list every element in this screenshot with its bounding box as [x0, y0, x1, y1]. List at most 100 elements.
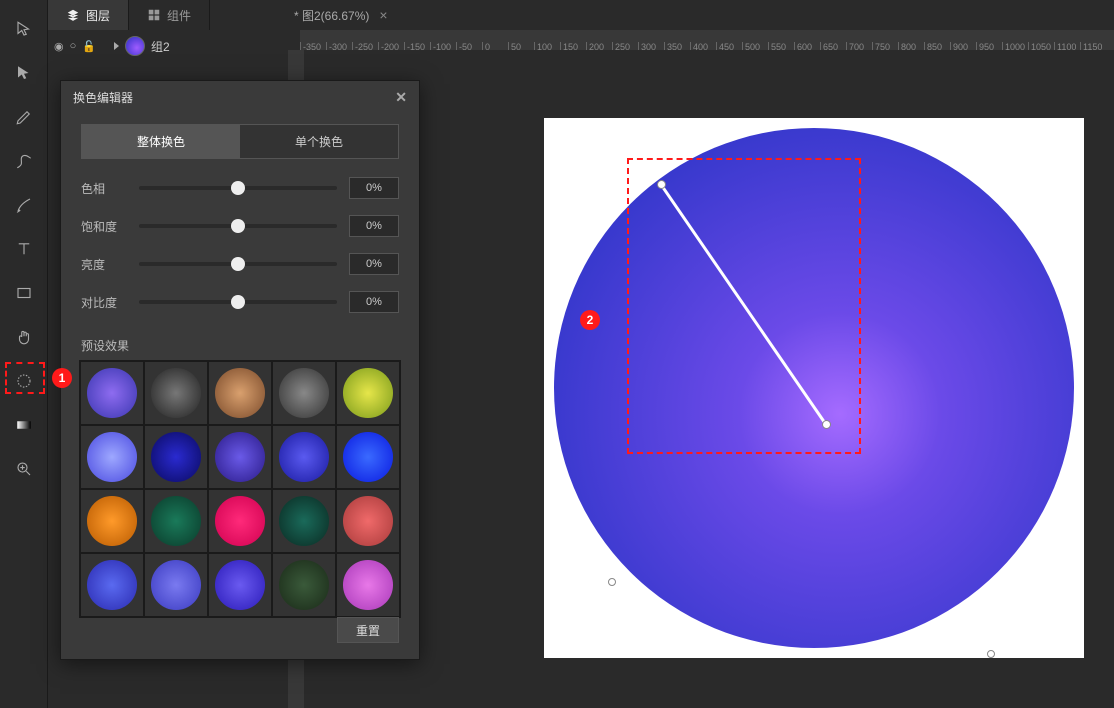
- lock-icon[interactable]: 🔓: [82, 40, 96, 53]
- preset-swatch[interactable]: [273, 554, 335, 616]
- layer-row[interactable]: ◉ ○ 🔓 组2: [48, 30, 284, 62]
- ruler-tick: -150: [404, 42, 425, 50]
- preset-ball: [343, 432, 393, 482]
- slider-value[interactable]: 0%: [349, 215, 399, 237]
- dialog-title: 换色编辑器: [73, 89, 133, 106]
- preset-swatch[interactable]: [145, 554, 207, 616]
- toolbar-left: [0, 0, 48, 708]
- hand-tool[interactable]: [11, 326, 37, 348]
- preset-swatch[interactable]: [209, 426, 271, 488]
- slider-track[interactable]: [139, 262, 337, 266]
- ruler-tick: 1050: [1028, 42, 1051, 50]
- slider-label: 亮度: [81, 256, 127, 273]
- preset-ball: [151, 496, 201, 546]
- preset-swatch[interactable]: [145, 490, 207, 552]
- ruler-tick: -350: [300, 42, 321, 50]
- slider-value[interactable]: 0%: [349, 291, 399, 313]
- gradient-object[interactable]: [554, 128, 1074, 648]
- slider-thumb[interactable]: [231, 295, 245, 309]
- color-editor-dialog: 换色编辑器 ✕ 整体换色 单个换色 色相0%饱和度0%亮度0%对比度0% 预设效…: [60, 80, 420, 660]
- preset-swatch[interactable]: [337, 362, 399, 424]
- panel-tabs: 图层 组件: [48, 0, 210, 30]
- presets-grid: [79, 360, 401, 618]
- preset-swatch[interactable]: [145, 426, 207, 488]
- slider-track[interactable]: [139, 186, 337, 190]
- pen-tool[interactable]: [11, 106, 37, 128]
- canvas-handle[interactable]: [987, 650, 995, 658]
- tab-components-label: 组件: [167, 7, 191, 24]
- layer-name: 组2: [151, 38, 170, 55]
- brush-tool[interactable]: [11, 194, 37, 216]
- preset-swatch[interactable]: [209, 490, 271, 552]
- preset-swatch[interactable]: [337, 426, 399, 488]
- preset-swatch[interactable]: [81, 490, 143, 552]
- preset-swatch[interactable]: [81, 426, 143, 488]
- text-tool[interactable]: [11, 238, 37, 260]
- ruler-tick: 1000: [1002, 42, 1025, 50]
- preset-swatch[interactable]: [145, 362, 207, 424]
- slider-value[interactable]: 0%: [349, 177, 399, 199]
- slider-value[interactable]: 0%: [349, 253, 399, 275]
- preset-ball: [87, 432, 137, 482]
- ruler-tick: -200: [378, 42, 399, 50]
- tab-components[interactable]: 组件: [129, 0, 210, 30]
- canvas[interactable]: [544, 118, 1084, 658]
- expand-icon[interactable]: [114, 42, 119, 50]
- ruler-tick: 100: [534, 42, 552, 50]
- canvas-handle[interactable]: [608, 578, 616, 586]
- direct-select-tool[interactable]: [11, 62, 37, 84]
- slider-track[interactable]: [139, 300, 337, 304]
- preset-swatch[interactable]: [81, 362, 143, 424]
- dot-icon[interactable]: ○: [70, 40, 77, 52]
- rotate-tool[interactable]: [11, 370, 37, 392]
- ruler-tick: -300: [326, 42, 347, 50]
- file-tab[interactable]: * 图2(66.67%) ×: [280, 0, 402, 30]
- ruler-horizontal: -350-300-250-200-150-100-500501001502002…: [300, 30, 1114, 50]
- preset-swatch[interactable]: [209, 362, 271, 424]
- slider-track[interactable]: [139, 224, 337, 228]
- preset-ball: [87, 496, 137, 546]
- canvas-area[interactable]: [304, 50, 1114, 708]
- curve-tool[interactable]: [11, 150, 37, 172]
- preset-swatch[interactable]: [81, 554, 143, 616]
- tab-layers[interactable]: 图层: [48, 0, 129, 30]
- tab-overall-color[interactable]: 整体换色: [82, 125, 240, 158]
- ruler-tick: -100: [430, 42, 451, 50]
- ruler-tick: -250: [352, 42, 373, 50]
- ruler-tick: 900: [950, 42, 968, 50]
- gradient-tool[interactable]: [11, 414, 37, 436]
- preset-swatch[interactable]: [337, 490, 399, 552]
- gradient-handle-end[interactable]: [822, 420, 831, 429]
- select-tool[interactable]: [11, 18, 37, 40]
- ruler-tick: 450: [716, 42, 734, 50]
- reset-button[interactable]: 重置: [337, 617, 399, 643]
- preset-ball: [279, 368, 329, 418]
- layer-controls: ◉ ○ 🔓: [54, 40, 96, 53]
- preset-swatch[interactable]: [337, 554, 399, 616]
- preset-swatch[interactable]: [273, 362, 335, 424]
- tab-single-color[interactable]: 单个换色: [240, 125, 398, 158]
- preset-swatch[interactable]: [273, 490, 335, 552]
- ruler-tick: 300: [638, 42, 656, 50]
- editor-tabs: 整体换色 单个换色: [81, 124, 399, 159]
- shape-tool[interactable]: [11, 282, 37, 304]
- slider-thumb[interactable]: [231, 181, 245, 195]
- file-tab-name: * 图2(66.67%): [294, 7, 369, 24]
- close-icon[interactable]: ✕: [395, 89, 407, 106]
- close-icon[interactable]: ×: [379, 7, 387, 23]
- preset-swatch[interactable]: [273, 426, 335, 488]
- slider-thumb[interactable]: [231, 219, 245, 233]
- ruler-tick: 1150: [1080, 42, 1102, 50]
- ruler-tick: 600: [794, 42, 812, 50]
- ruler-tick: 700: [846, 42, 864, 50]
- preset-ball: [215, 496, 265, 546]
- visibility-icon[interactable]: ◉: [54, 40, 64, 53]
- ruler-tick: 750: [872, 42, 890, 50]
- gradient-handle-start[interactable]: [657, 180, 666, 189]
- preset-ball: [151, 432, 201, 482]
- zoom-tool[interactable]: [11, 458, 37, 480]
- slider-thumb[interactable]: [231, 257, 245, 271]
- ruler-tick: 1100: [1054, 42, 1076, 50]
- preset-ball: [151, 368, 201, 418]
- preset-swatch[interactable]: [209, 554, 271, 616]
